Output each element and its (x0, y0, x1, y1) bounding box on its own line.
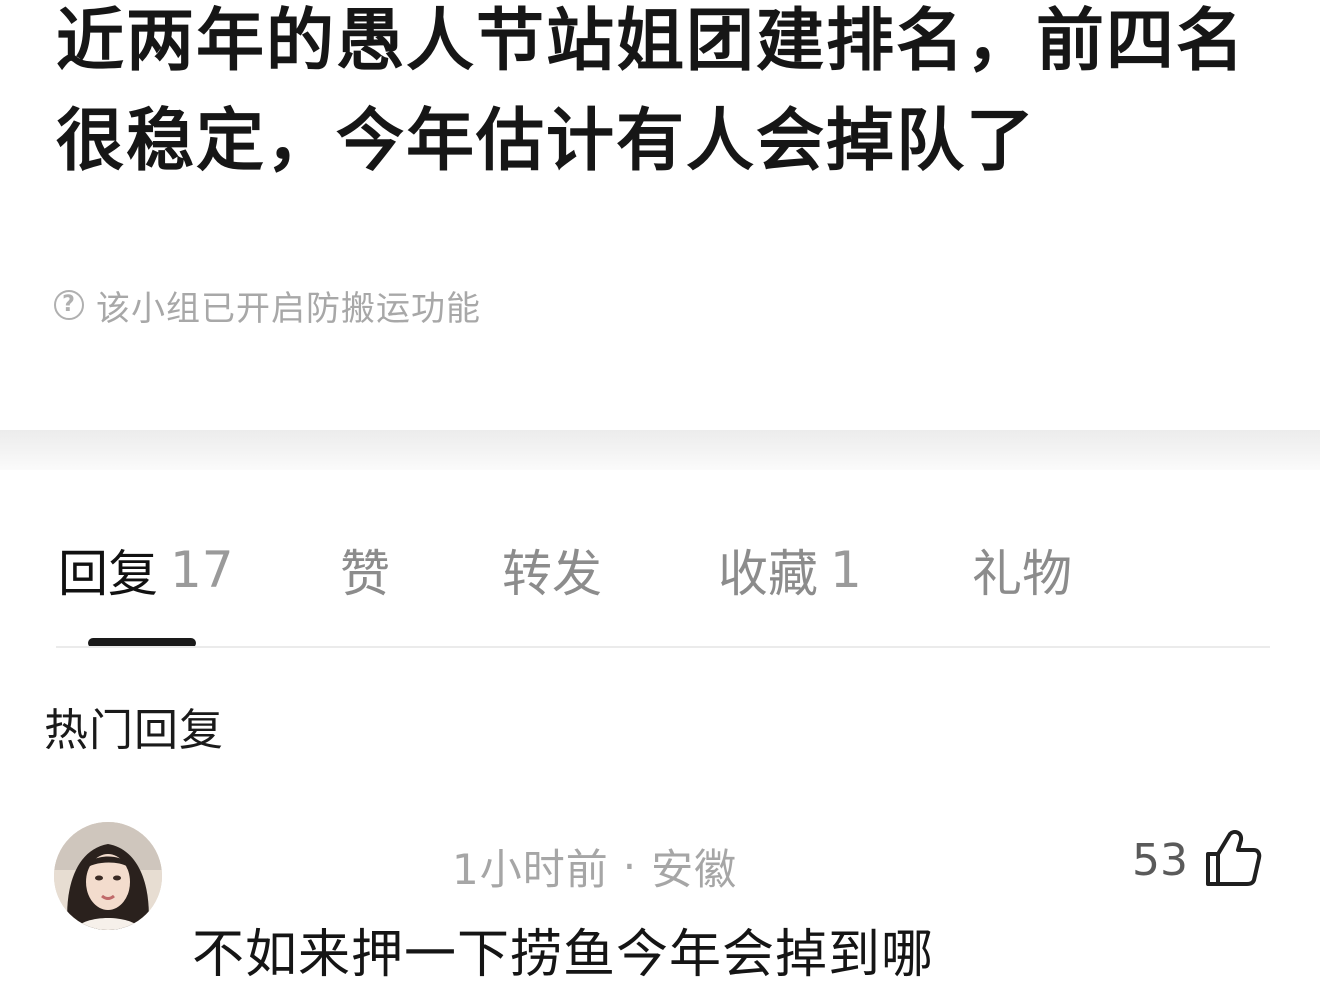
tab-likes[interactable]: 赞 (340, 530, 390, 610)
post-title: 近两年的愚人节站姐团建排名，前四名很稳定，今年估计有人会掉队了 (56, 2, 1247, 181)
tab-favorites-count: 1 (830, 541, 862, 599)
tab-gifts-label: 礼物 (972, 545, 1072, 603)
avatar-image (54, 822, 162, 930)
tab-favorites-label: 收藏 (718, 545, 818, 603)
reply-location: 安徽 (651, 845, 738, 894)
notice-text: 该小组已开启防搬运功能 (96, 288, 481, 329)
thumbs-up-icon (1204, 828, 1262, 892)
question-circle-icon: ? (54, 290, 84, 320)
post-tabs: 回复 17 赞 转发 收藏 1 礼物 (0, 530, 1320, 620)
tabs-divider (56, 646, 1270, 648)
tab-share[interactable]: 转发 (502, 530, 602, 610)
reply-meta: 1小时前 · 安徽 (452, 836, 737, 897)
reply-text: 不如来押一下捞鱼今年会掉到哪 (192, 925, 935, 985)
tab-replies[interactable]: 回复 17 (58, 530, 234, 610)
avatar[interactable] (54, 822, 162, 930)
reply-time: 1小时前 (452, 845, 609, 894)
meta-separator: · (622, 842, 638, 891)
anti-repost-notice[interactable]: ? 该小组已开启防搬运功能 (54, 282, 481, 329)
hot-replies-header: 热门回复 (44, 705, 224, 756)
reply-like-button[interactable]: 53 (1132, 826, 1262, 894)
reply-like-count: 53 (1132, 834, 1188, 886)
tab-share-label: 转发 (502, 545, 602, 603)
section-divider (0, 430, 1320, 470)
tab-favorites[interactable]: 收藏 1 (718, 530, 862, 610)
tab-replies-count: 17 (170, 541, 234, 599)
tab-likes-label: 赞 (340, 545, 390, 603)
tab-gifts[interactable]: 礼物 (972, 530, 1072, 610)
tab-replies-label: 回复 (58, 545, 158, 603)
